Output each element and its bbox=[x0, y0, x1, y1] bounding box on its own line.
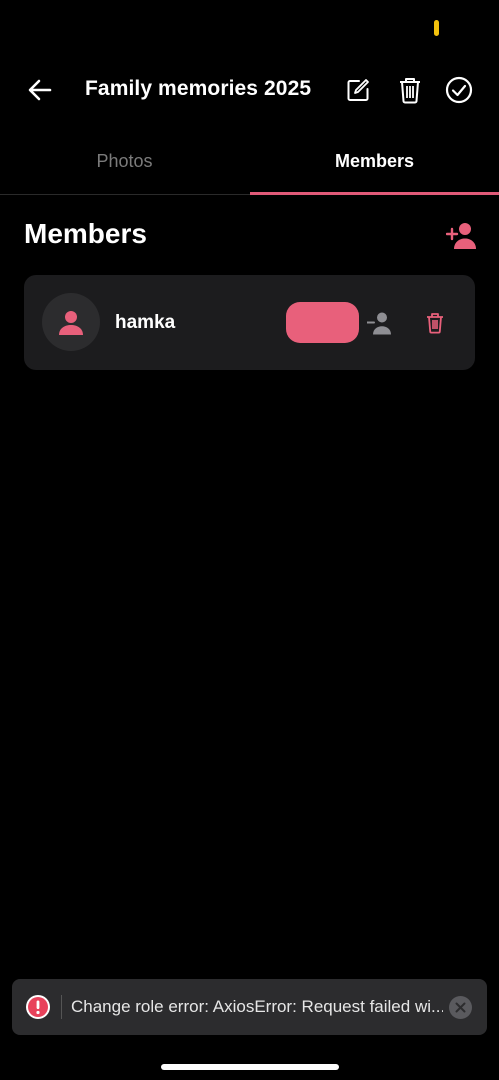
person-remove-icon bbox=[367, 312, 391, 335]
status-indicator bbox=[434, 20, 439, 36]
person-add-icon bbox=[446, 223, 476, 249]
person-icon bbox=[59, 311, 83, 335]
toast-message: Change role error: AxiosError: Request f… bbox=[71, 997, 443, 1016]
error-toast: Change role error: AxiosError: Request f… bbox=[12, 979, 487, 1035]
confirm-button[interactable] bbox=[441, 72, 477, 108]
check-circle-icon bbox=[445, 76, 473, 104]
edit-button[interactable] bbox=[340, 72, 376, 108]
add-member-button[interactable] bbox=[444, 218, 480, 252]
avatar bbox=[42, 293, 100, 351]
role-button[interactable] bbox=[286, 302, 359, 343]
toast-divider bbox=[61, 995, 62, 1019]
edit-icon bbox=[347, 79, 369, 101]
delete-member-button[interactable] bbox=[422, 308, 448, 338]
section-title: Members bbox=[24, 218, 147, 249]
tab-bar: Photos Members bbox=[0, 130, 499, 195]
member-card: hamka bbox=[24, 275, 475, 370]
active-tab-indicator bbox=[250, 192, 499, 195]
remove-role-button[interactable] bbox=[364, 308, 396, 338]
back-button[interactable] bbox=[22, 72, 58, 108]
toast-close-button[interactable] bbox=[449, 996, 472, 1019]
page-title: Family memories 2025 bbox=[85, 77, 312, 100]
member-name: hamka bbox=[115, 312, 176, 333]
trash-icon bbox=[400, 78, 420, 104]
close-icon bbox=[455, 1002, 466, 1013]
arrow-left-icon bbox=[28, 79, 52, 101]
delete-album-button[interactable] bbox=[392, 72, 428, 108]
home-indicator bbox=[161, 1064, 339, 1070]
error-icon bbox=[26, 995, 50, 1019]
tab-photos[interactable]: Photos bbox=[0, 130, 249, 193]
header: Family memories 2025 bbox=[0, 60, 499, 120]
tab-members[interactable]: Members bbox=[250, 130, 499, 193]
trash-icon bbox=[427, 313, 443, 334]
